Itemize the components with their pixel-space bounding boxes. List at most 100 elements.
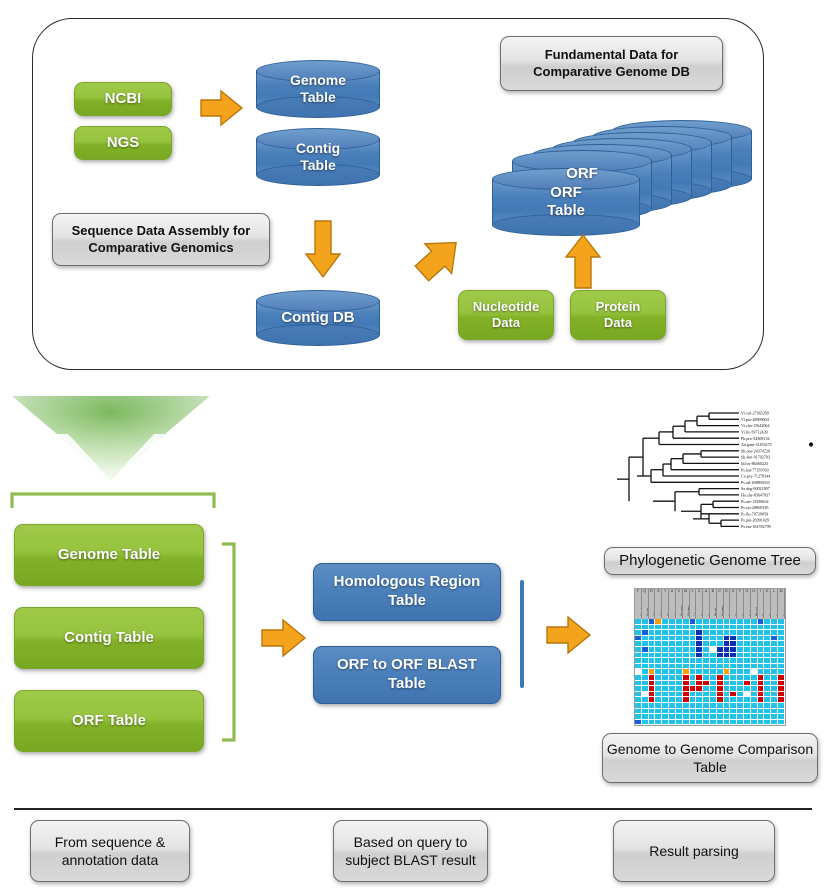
footer-note-label: Based on query to subject BLAST result (345, 833, 476, 868)
horizontal-divider (14, 808, 812, 810)
cylinder-label-text: Genome Table (289, 72, 346, 105)
heatmap-column-header: B Ps.atl (710, 589, 717, 619)
heatmap-cell (696, 719, 704, 726)
phylo-leaf-label: Vi.fis-59712439 (741, 430, 768, 435)
source-box-ncbi[interactable]: NCBI (74, 82, 172, 116)
data-box-protein[interactable]: Protein Data (570, 290, 666, 340)
heatmap-cell (750, 719, 758, 726)
phylo-leaf-label: An.gam-31193275 (741, 442, 772, 447)
cylinder-contig-db: Contig DB (256, 290, 380, 346)
output-label-text: Phylogenetic Genome Tree (619, 552, 801, 570)
arrow-down-icon (304, 220, 342, 279)
output-label-phylogenetic-tree: Phylogenetic Genome Tree (604, 547, 816, 575)
heatmap-column-code: U (670, 589, 674, 593)
source-label: NCBI (104, 89, 142, 107)
cylinder-label: ORF Table (492, 168, 640, 236)
result-table-homologous-region[interactable]: Homologous Region Table (313, 563, 501, 621)
heatmap-column-header: S Vi.fis (655, 589, 663, 619)
footer-note-label: Result parsing (649, 842, 739, 859)
heatmap-column-code: M (779, 589, 783, 593)
heatmap-cell (716, 719, 724, 726)
heatmap-row (635, 719, 785, 726)
callout-sequence-assembly: Sequence Data Assembly for Comparative G… (52, 213, 270, 266)
data-box-label: Nucleotide Data (472, 299, 540, 330)
middle-table-label: Contig Table (64, 628, 154, 646)
heatmap-column-header: D Ha.che (724, 589, 731, 619)
heatmap-column-code: W (683, 589, 688, 593)
phylo-leaf-label: Ps.put-26991029 (741, 518, 769, 523)
output-label-text: Genome to Genome Comparison Table (606, 740, 814, 775)
heatmap-cell (757, 719, 765, 726)
heatmap-column-header: W Sh.den (683, 589, 690, 619)
heatmap-column-code: C (718, 589, 721, 593)
heatmap-cell (648, 719, 656, 726)
heatmap-column-header: G Ps.flu (744, 589, 751, 619)
arrow-diagonal-icon (414, 241, 457, 282)
source-label: NGS (106, 133, 140, 151)
heatmap-cell (730, 719, 738, 726)
genome-comparison-heatmap: F Vi.vul Q Vi.par R Vi.cho S Vi.fis T Ph.pro U An.g… (634, 588, 786, 726)
heatmap-column-code: H (752, 589, 756, 593)
heatmap-column-header: T Ph.pro (662, 589, 670, 619)
middle-table-genome[interactable]: Genome Table (14, 524, 204, 586)
green-bracket-top (10, 492, 216, 508)
phylo-marker-dot (808, 442, 814, 447)
heatmap-cell (662, 719, 670, 726)
heatmap-header-row: F Vi.vul Q Vi.par R Vi.cho S Vi.fis T Ph.pro U An.g… (635, 589, 785, 619)
heatmap-cell (641, 719, 649, 726)
heatmap-column-code: Z (698, 589, 701, 593)
heatmap-cell (703, 719, 710, 726)
phylo-leaf-label: Co.psy-71278344 (741, 474, 770, 479)
heatmap-cell (669, 719, 676, 726)
phylo-leaf-label: Ps.atl-108890333 (741, 480, 770, 485)
footer-note-based-on-query: Based on query to subject BLAST result (333, 820, 488, 882)
footer-note-result-parsing: Result parsing (613, 820, 775, 882)
result-table-label: Homologous Region Table (333, 573, 481, 609)
heatmap-cell (778, 719, 785, 726)
middle-table-label: Genome Table (57, 545, 161, 563)
heatmap-cell (771, 719, 779, 726)
phylo-leaf-label: Vi.par-28899004 (741, 417, 769, 422)
heatmap-body (635, 619, 785, 726)
result-table-orf-to-orf-blast[interactable]: ORF to ORF BLAST Table (313, 646, 501, 704)
heatmap-column-code: V (677, 589, 680, 593)
middle-table-label: ORF Table (72, 711, 146, 729)
phylo-leaf-label: Sh.den-91792703 (741, 455, 770, 460)
callout-fundamental-data: Fundamental Data for Comparative Genome … (500, 36, 723, 91)
heatmap-column-code: E (732, 589, 735, 593)
heatmap-column-label: Sa.typ (782, 606, 785, 616)
heatmap-column-header: A Co.psy (703, 589, 710, 619)
heatmap-cell (682, 719, 690, 726)
heatmap-column-header: Z Ps.hal (696, 589, 704, 619)
heatmap-column-header: C Sa.deg (717, 589, 724, 619)
heatmap-column-header: E Ps.aer (730, 589, 738, 619)
source-box-ngs[interactable]: NGS (74, 126, 172, 160)
cylinder-label: Genome Table (256, 60, 380, 118)
phylo-leaf-label: Vi.vul-27365299 (741, 411, 769, 416)
heatmap-column-code: S (657, 589, 660, 593)
callout-label: Fundamental Data for Comparative Genome … (533, 46, 690, 79)
arrow-right-icon (546, 615, 592, 655)
data-box-label: Protein Data (595, 299, 641, 330)
heatmap-column-header: I Ps.ent (758, 589, 765, 619)
heatmap-column-code: B (711, 589, 715, 593)
phylo-leaf-label: Ps.ent-104782799 (741, 524, 771, 529)
phylo-leaf-label: Sa.deg-90021807 (741, 486, 770, 491)
middle-table-contig[interactable]: Contig Table (14, 607, 204, 669)
heatmap-cell (675, 719, 683, 726)
heatmap-cell (689, 719, 697, 726)
phylo-leaf-label: Ps.syr-28869185 (741, 505, 769, 510)
output-label-comparison-table: Genome to Genome Comparison Table (602, 733, 818, 783)
heatmap-column-header: M Sa.typ (778, 589, 785, 619)
heatmap-column-header: U An.gam (669, 589, 676, 619)
heatmap-column-code: T (664, 589, 667, 593)
phylo-leaf-label: Ha.che-83647837 (741, 493, 770, 498)
cylinder-label-text: ORF Table (546, 184, 586, 219)
phylo-leaf-label: Sh.one-24374720 (741, 448, 770, 453)
footer-note-label: From sequence & annotation data (54, 833, 166, 868)
data-box-nucleotide[interactable]: Nucleotide Data (458, 290, 554, 340)
middle-table-orf[interactable]: ORF Table (14, 690, 204, 752)
phylo-leaf-label: Vi.cho-15642064 (741, 423, 770, 428)
cylinder-label: Contig DB (256, 290, 380, 346)
phylo-leaf-label: Ps.aer-15596654 (741, 499, 769, 504)
